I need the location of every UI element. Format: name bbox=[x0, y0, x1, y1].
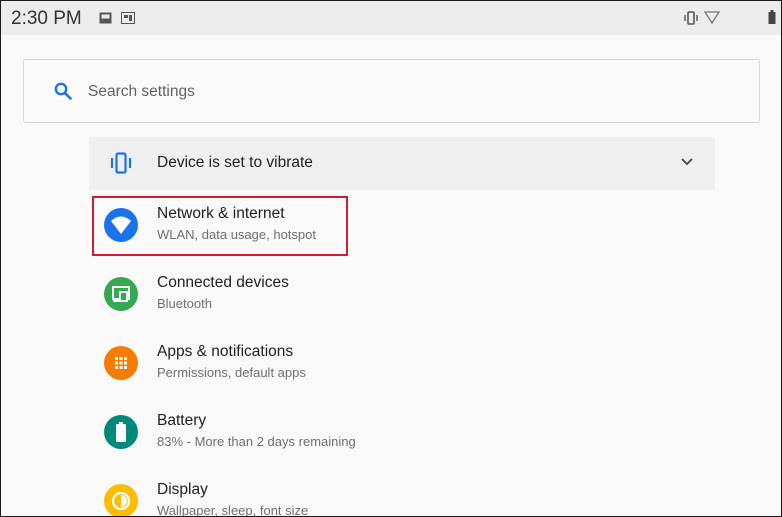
setting-subtitle: Bluetooth bbox=[157, 296, 212, 311]
banner-text: Device is set to vibrate bbox=[157, 154, 313, 171]
vibrate-banner[interactable]: Device is set to vibrate bbox=[89, 137, 715, 190]
settings-screen: 2:30 PM Search settings Device is set to… bbox=[0, 0, 782, 517]
wifi-icon bbox=[704, 11, 720, 24]
vibrate-icon bbox=[110, 152, 132, 174]
setting-title: Connected devices bbox=[157, 274, 289, 291]
setting-title: Apps & notifications bbox=[157, 343, 294, 360]
status-time: 2:30 PM bbox=[11, 8, 82, 29]
setting-subtitle: Permissions, default apps bbox=[157, 365, 306, 380]
search-placeholder: Search settings bbox=[88, 83, 195, 100]
chevron-down-icon[interactable] bbox=[680, 157, 694, 166]
devices-icon bbox=[104, 277, 138, 311]
setting-battery[interactable]: Battery 83% - More than 2 days remaining bbox=[89, 404, 715, 464]
vibrate-icon bbox=[684, 11, 698, 25]
search-icon bbox=[54, 82, 72, 100]
apps-icon bbox=[104, 346, 138, 380]
setting-display[interactable]: Display Wallpaper, sleep, font size bbox=[89, 473, 715, 517]
search-settings-bar[interactable]: Search settings bbox=[23, 59, 760, 123]
battery-icon bbox=[768, 10, 776, 24]
setting-subtitle: 83% - More than 2 days remaining bbox=[157, 434, 356, 449]
brightness-icon bbox=[104, 484, 138, 516]
setting-apps-notifications[interactable]: Apps & notifications Permissions, defaul… bbox=[89, 335, 715, 395]
setting-connected-devices[interactable]: Connected devices Bluetooth bbox=[89, 266, 715, 326]
image-icon bbox=[99, 12, 112, 24]
setting-subtitle: Wallpaper, sleep, font size bbox=[157, 503, 309, 517]
battery-icon bbox=[104, 415, 138, 449]
setting-title: Battery bbox=[157, 412, 207, 429]
status-bar: 2:30 PM bbox=[1, 1, 781, 35]
setting-title: Display bbox=[157, 481, 208, 498]
notification-icon bbox=[121, 12, 135, 24]
highlight-box bbox=[92, 196, 348, 256]
